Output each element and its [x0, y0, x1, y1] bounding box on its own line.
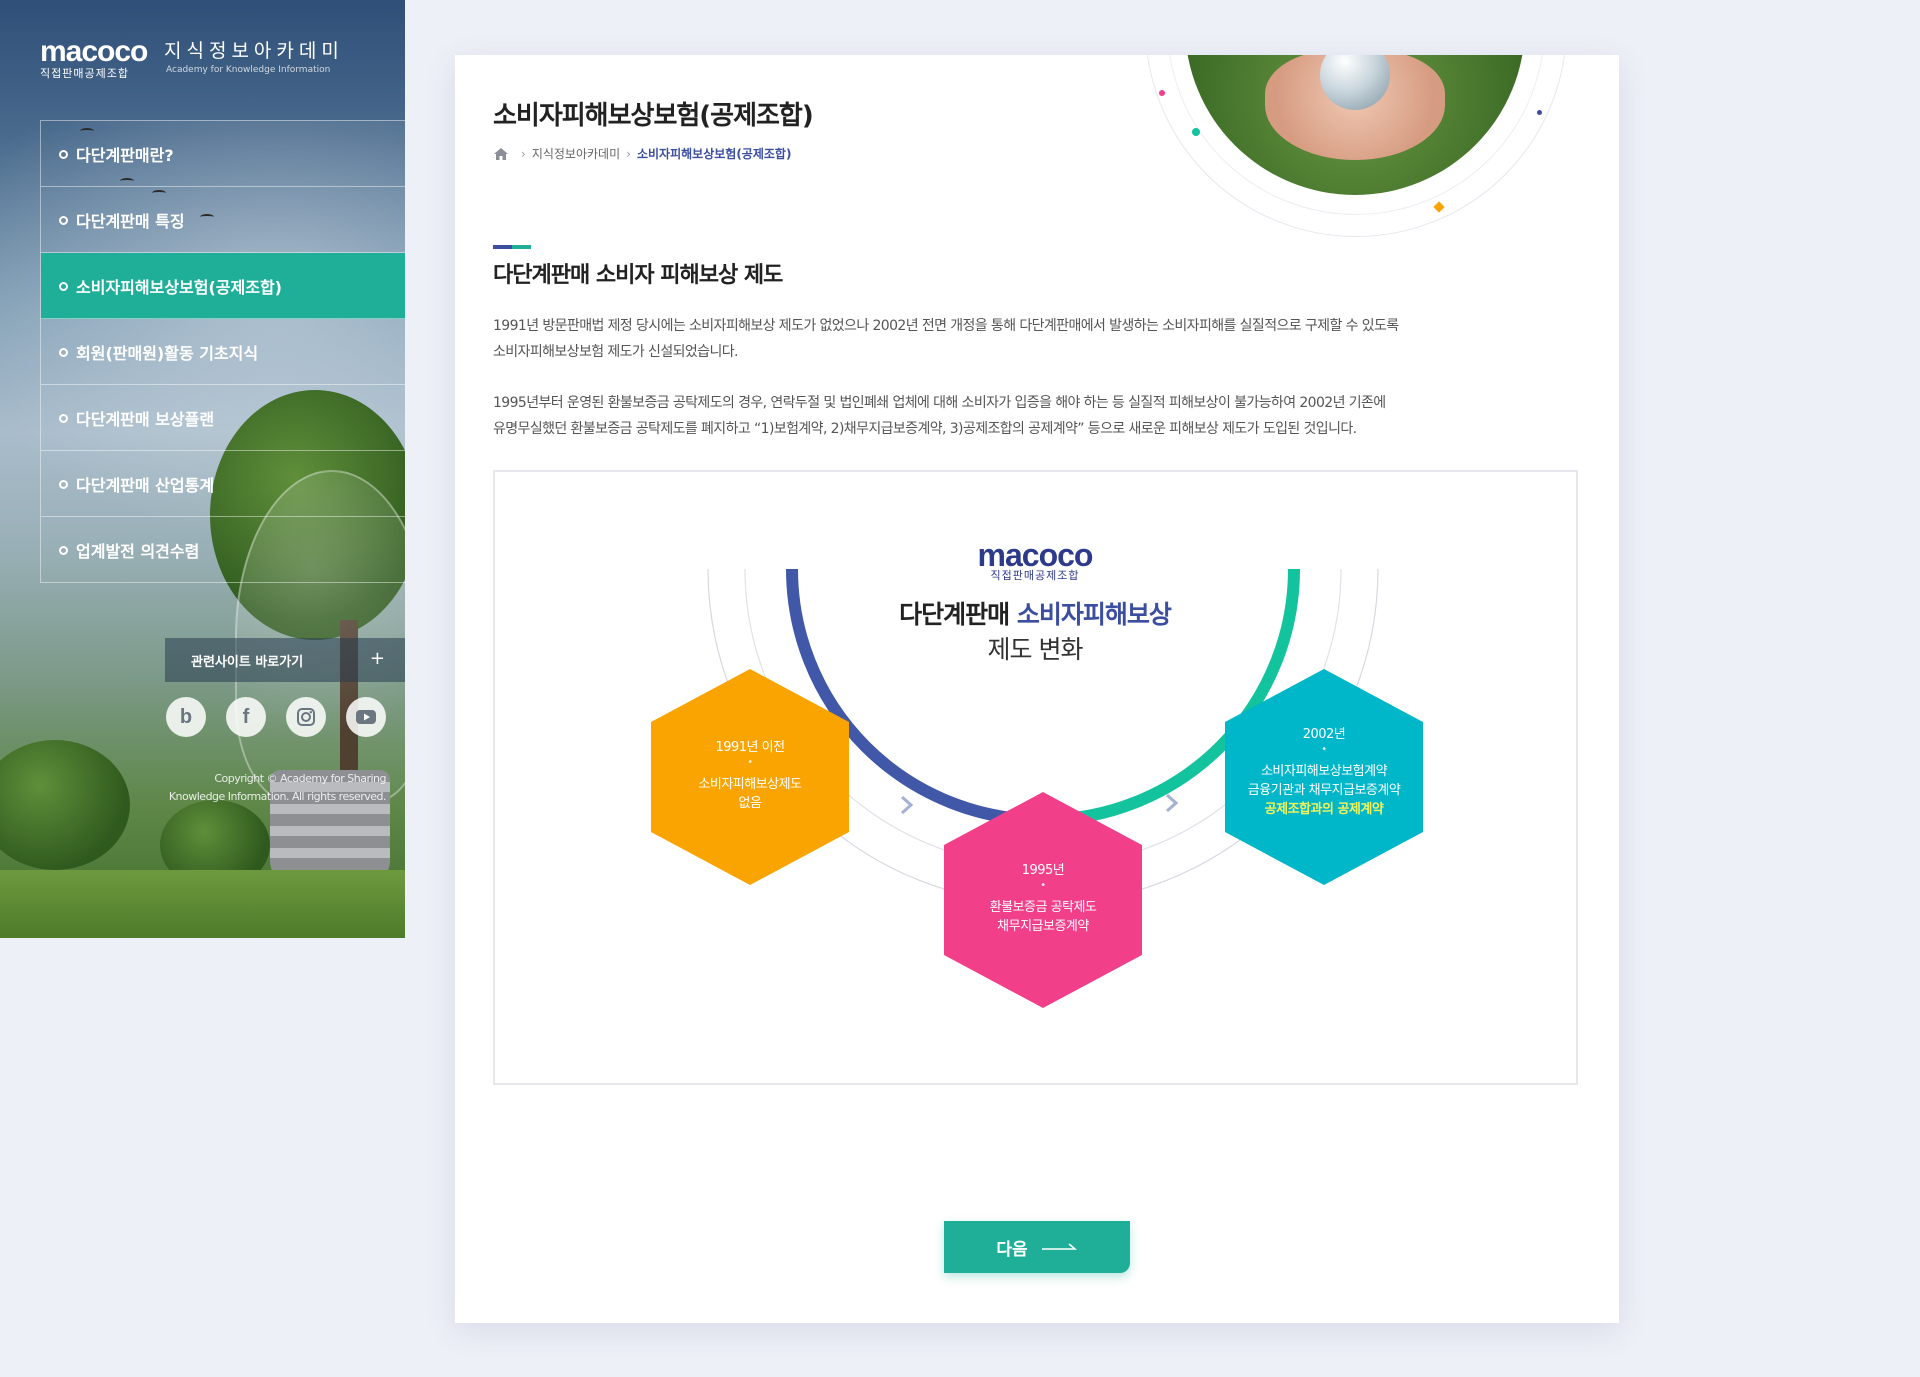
hex-1991-text: 1991년 이전 • 소비자피해보상제도 없음 [660, 738, 840, 813]
intro-paragraph: 1991년 방문판매법 제정 당시에는 소비자피해보상 제도가 없었으나 200… [493, 313, 1553, 365]
sidebar: macoco 직접판매공제조합 지식정보아카데미 Academy for Kno… [0, 0, 405, 938]
sidebar-item-what-is-mlm[interactable]: 다단계판매란? [41, 121, 405, 187]
related-sites-label: 관련사이트 바로가기 [191, 654, 304, 670]
facebook-icon[interactable]: f [226, 697, 266, 737]
hex-line: 소비자피해보상보험계약 [1260, 764, 1388, 779]
dot-separator: • [747, 757, 753, 768]
sidebar-item-consumer-insurance[interactable]: 소비자피해보상보험(공제조합) [41, 253, 405, 319]
site-logo[interactable]: macoco 직접판매공제조합 지식정보아카데미 Academy for Kno… [40, 35, 339, 81]
hex-line: 소비자피해보상제도 [698, 777, 802, 792]
sidebar-nav: 다단계판매란? 다단계판매 특징 소비자피해보상보험(공제조합) 회원(판매원)… [40, 120, 405, 583]
diagram-title-highlight: 소비자피해보상 [1016, 600, 1172, 629]
home-icon[interactable] [493, 147, 509, 161]
plus-icon: + [369, 648, 385, 669]
hex-year: 1995년 [1021, 863, 1065, 878]
logo-wordmark: macoco [40, 35, 148, 68]
sidebar-item-member-basics[interactable]: 회원(판매원)활동 기초지식 [41, 319, 405, 385]
bullet-icon [59, 414, 68, 423]
decor-dot [1192, 128, 1200, 136]
bullet-icon [59, 480, 68, 489]
diagram-logo-wordmark: macoco [977, 537, 1094, 573]
system-change-diagram: macoco 직접판매공제조합 다단계판매 소비자피해보상 제도 변화 1991… [493, 470, 1578, 1085]
chevron-right-icon: › [521, 146, 526, 161]
social-links: b f [166, 697, 386, 737]
hex-line: 환불보증금 공탁제도 [989, 900, 1097, 915]
hex-1995-text: 1995년 • 환불보증금 공탁제도 채무지급보증계약 [953, 861, 1133, 936]
paragraph-line: 유명무실했던 환불보증금 공탁제도를 폐지하고 “1)보험계약, 2)채무지급보… [493, 421, 1357, 437]
blog-icon[interactable]: b [166, 697, 206, 737]
hex-2002-text: 2002년 • 소비자피해보상보험계약 금융기관과 채무지급보증계약 공제조합과… [1229, 725, 1419, 819]
decor-dot [1537, 110, 1542, 115]
diagram-title-plain: 다단계판매 [899, 600, 1017, 629]
page-title: 소비자피해보상보험(공제조합) [493, 101, 814, 131]
hex-line: 없음 [738, 796, 762, 811]
chevron-right-icon [1166, 793, 1179, 813]
bullet-icon [59, 282, 68, 291]
related-sites-dropdown[interactable]: 관련사이트 바로가기 + [165, 638, 405, 682]
bullet-icon [59, 348, 68, 357]
sidebar-item-label: 다단계판매란? [76, 145, 174, 165]
next-button[interactable]: 다음 [944, 1221, 1130, 1273]
bullet-icon [59, 150, 68, 159]
instagram-icon[interactable] [286, 697, 326, 737]
section-title: 다단계판매 소비자 피해보상 제도 [493, 263, 783, 288]
diagram-logo: macoco 직접판매공제조합 [965, 537, 1105, 582]
chevron-right-icon [901, 795, 914, 815]
tree-small [0, 740, 130, 870]
sidebar-item-features[interactable]: 다단계판매 특징 [41, 187, 405, 253]
paragraph-line: 1995년부터 운영된 환불보증금 공탁제도의 경우, 연락두절 및 법인폐쇄 … [493, 395, 1386, 411]
arrow-right-icon [1041, 1243, 1077, 1250]
sidebar-item-label: 다단계판매 특징 [76, 211, 185, 231]
hex-line: 금융기관과 채무지급보증계약 [1247, 783, 1401, 798]
sidebar-item-label: 업계발전 의견수렴 [76, 541, 200, 561]
diagram-subtitle: 제도 변화 [987, 635, 1084, 664]
logo-subtitle: 직접판매공제조합 [40, 67, 129, 80]
sidebar-item-opinions[interactable]: 업계발전 의견수렴 [41, 517, 405, 583]
sidebar-item-label: 소비자피해보상보험(공제조합) [76, 277, 282, 297]
bullet-icon [59, 546, 68, 555]
paragraph-line: 1991년 방문판매법 제정 당시에는 소비자피해보상 제도가 없었으나 200… [493, 318, 1399, 334]
decor-dot [1159, 90, 1165, 96]
hex-year: 2002년 [1302, 727, 1346, 742]
academy-title-en: Academy for Knowledge Information [166, 65, 331, 75]
sidebar-item-label: 다단계판매 보상플랜 [76, 409, 215, 429]
next-button-label: 다음 [996, 1239, 1028, 1260]
hex-line: 채무지급보증계약 [997, 919, 1089, 934]
dot-separator: • [1040, 880, 1046, 891]
hex-year: 1991년 이전 [715, 740, 785, 755]
breadcrumb-item[interactable]: 지식정보아카데미 [532, 145, 620, 162]
breadcrumb-current: 소비자피해보상보험(공제조합) [636, 147, 792, 161]
diagram-title: 다단계판매 소비자피해보상 [835, 595, 1235, 631]
hex-highlight-line: 공제조합과의 공제계약 [1264, 802, 1384, 817]
dot-separator: • [1321, 744, 1327, 755]
copyright-text: Copyright © Academy for Sharing Knowledg… [150, 770, 387, 806]
sidebar-item-industry-stats[interactable]: 다단계판매 산업통계 [41, 451, 405, 517]
paragraph-line: 소비자피해보상보험 제도가 신설되었습니다. [493, 344, 738, 360]
grass-ground [0, 870, 405, 938]
chevron-right-icon: › [626, 146, 631, 161]
youtube-icon[interactable] [346, 697, 386, 737]
breadcrumb: › 지식정보아카데미 › 소비자피해보상보험(공제조합) [493, 145, 791, 162]
copyright-line: Copyright © Academy for Sharing [214, 772, 386, 785]
section-accent-bar [493, 245, 531, 249]
sidebar-item-label: 회원(판매원)활동 기초지식 [76, 343, 259, 363]
copyright-line: Knowledge Information. All rights reserv… [168, 790, 387, 803]
history-paragraph: 1995년부터 운영된 환불보증금 공탁제도의 경우, 연락두절 및 법인폐쇄 … [493, 390, 1553, 442]
bullet-icon [59, 216, 68, 225]
content-panel: 소비자피해보상보험(공제조합) › 지식정보아카데미 › 소비자피해보상보험(공… [455, 55, 1619, 1323]
sidebar-item-label: 다단계판매 산업통계 [76, 475, 215, 495]
sidebar-item-compensation-plan[interactable]: 다단계판매 보상플랜 [41, 385, 405, 451]
academy-title: 지식정보아카데미 [164, 40, 344, 62]
